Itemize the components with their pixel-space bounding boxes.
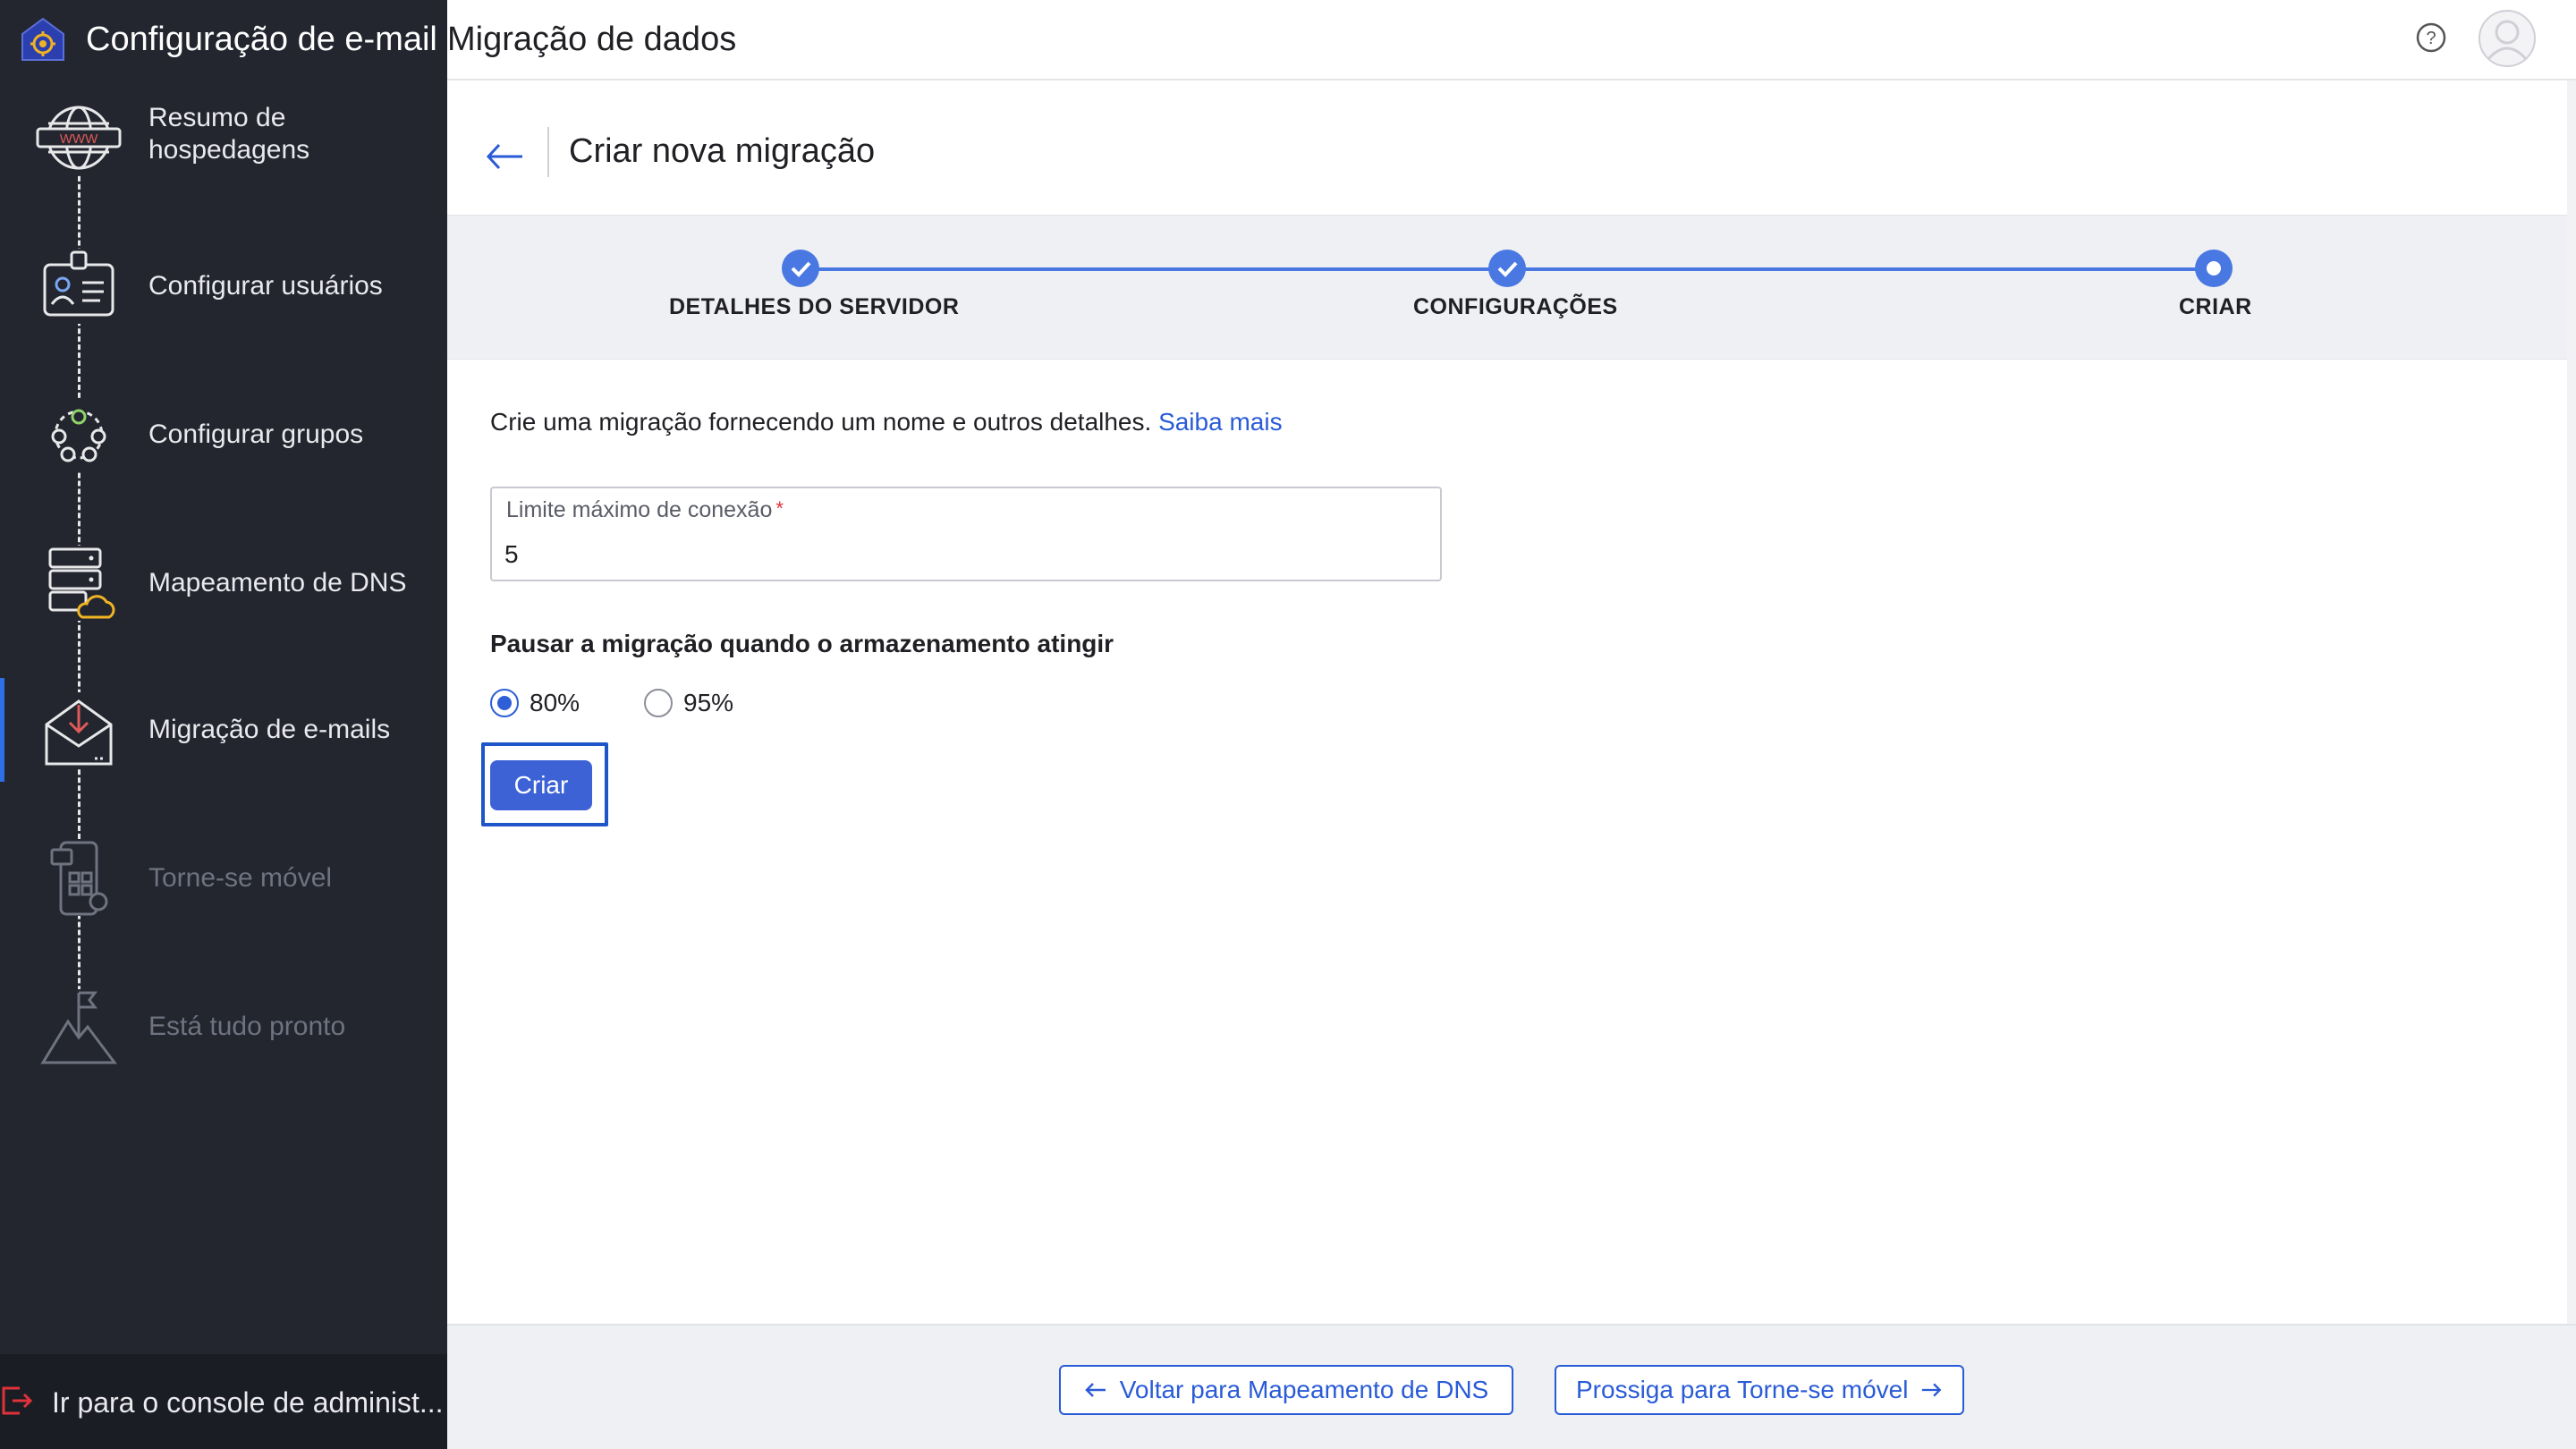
page-title: Migração de dados bbox=[447, 21, 737, 58]
sidebar-item-label: Torne-se móvel bbox=[148, 863, 333, 893]
settings-home-icon bbox=[21, 17, 64, 61]
main-content: Criar nova migração DETALHES DO SERVIDOR… bbox=[447, 80, 2567, 1324]
radio-95[interactable]: 95% bbox=[644, 685, 733, 721]
sidebar-title: Configuração de e-mail bbox=[86, 21, 437, 58]
group-network-icon bbox=[48, 399, 109, 470]
radio-button[interactable] bbox=[644, 689, 673, 717]
radio-label: 95% bbox=[683, 689, 734, 716]
sidebar: Configuração de e-mail WWW Resumo de hos… bbox=[0, 0, 447, 1449]
sidebar-item-migracao-emails[interactable]: Migração de e-mails bbox=[0, 678, 447, 782]
step-label-settings: CONFIGURAÇÕES bbox=[1413, 294, 1618, 319]
admin-console-link[interactable]: Ir para o console de administ... bbox=[0, 1354, 447, 1449]
learn-more-link[interactable]: Saiba mais bbox=[1158, 408, 1283, 436]
sidebar-item-esta-tudo-pronto[interactable]: Está tudo pronto bbox=[0, 975, 447, 1079]
server-cloud-icon bbox=[45, 546, 115, 621]
back-button-label: Voltar para Mapeamento de DNS bbox=[1119, 1376, 1489, 1403]
step-complete-check-icon bbox=[1488, 250, 1526, 287]
proceed-to-mobile-button[interactable]: Prossiga para Torne-se móvel bbox=[1555, 1365, 1964, 1415]
admin-console-label: Ir para o console de administ... bbox=[52, 1386, 444, 1419]
connection-limit-label: Limite máximo de conexão * bbox=[506, 497, 784, 523]
exit-icon bbox=[2, 1386, 33, 1415]
arrow-right-icon bbox=[1922, 1383, 1942, 1397]
scrollbar[interactable] bbox=[2567, 80, 2576, 1324]
help-icon[interactable]: ? bbox=[2415, 21, 2447, 54]
radio-80[interactable]: 80% bbox=[490, 685, 580, 721]
field-label-text: Limite máximo de conexão bbox=[506, 497, 773, 522]
topbar: Migração de dados ? bbox=[447, 0, 2576, 80]
sidebar-item-torne-se-movel[interactable]: Torne-se móvel bbox=[0, 826, 447, 930]
back-arrow-icon[interactable] bbox=[483, 134, 528, 179]
create-button[interactable]: Criar bbox=[490, 760, 592, 810]
sidebar-item-label: Resumo de hospedagens bbox=[148, 103, 310, 165]
sidebar-item-label: Migração de e-mails bbox=[148, 715, 391, 744]
sidebar-item-label: Mapeamento de DNS bbox=[148, 568, 407, 597]
mail-download-icon bbox=[45, 692, 113, 767]
stepper: DETALHES DO SERVIDOR CONFIGURAÇÕES CRIAR bbox=[447, 215, 2567, 360]
user-badge-icon bbox=[43, 249, 114, 324]
step-current-icon bbox=[2195, 250, 2233, 287]
page-heading: Criar nova migração bbox=[569, 132, 876, 170]
sidebar-header: Configuração de e-mail bbox=[0, 0, 447, 80]
pause-title: Pausar a migração quando o armazenamento… bbox=[490, 630, 1114, 657]
radio-button-checked[interactable] bbox=[490, 689, 519, 717]
sidebar-item-mapeamento-dns[interactable]: Mapeamento de DNS bbox=[0, 531, 447, 635]
back-to-dns-button[interactable]: Voltar para Mapeamento de DNS bbox=[1059, 1365, 1513, 1415]
connection-limit-field[interactable]: Limite máximo de conexão * bbox=[490, 487, 1442, 581]
globe-www-icon: WWW bbox=[36, 102, 122, 174]
step-label-create: CRIAR bbox=[2179, 294, 2252, 319]
heading-divider bbox=[547, 127, 549, 177]
radio-label: 80% bbox=[530, 689, 580, 716]
connection-limit-input[interactable] bbox=[504, 538, 1417, 571]
sidebar-item-resumo-hospedagens[interactable]: WWW Resumo de hospedagens bbox=[0, 86, 447, 190]
svg-text:?: ? bbox=[2426, 29, 2436, 48]
sidebar-item-configurar-grupos[interactable]: Configurar grupos bbox=[0, 383, 447, 487]
sidebar-item-label: Está tudo pronto bbox=[148, 1012, 346, 1041]
next-button-label: Prossiga para Torne-se móvel bbox=[1576, 1376, 1909, 1403]
step-label-server-details: DETALHES DO SERVIDOR bbox=[669, 294, 960, 319]
step-complete-check-icon bbox=[782, 250, 819, 287]
arrow-left-icon bbox=[1084, 1383, 1106, 1397]
svg-text:WWW: WWW bbox=[60, 131, 98, 147]
mobile-icon bbox=[48, 841, 109, 916]
sidebar-item-label: Configurar usuários bbox=[148, 271, 383, 301]
avatar-icon[interactable] bbox=[2478, 9, 2537, 68]
sidebar-item-label: Configurar grupos bbox=[148, 419, 364, 449]
sidebar-item-configurar-usuarios[interactable]: Configurar usuários bbox=[0, 234, 447, 338]
required-mark: * bbox=[775, 497, 784, 520]
description-text: Crie uma migração fornecendo um nome e o… bbox=[490, 408, 1152, 436]
description: Crie uma migração fornecendo um nome e o… bbox=[490, 406, 1283, 438]
footer-nav: Voltar para Mapeamento de DNS Prossiga p… bbox=[447, 1324, 2576, 1449]
mountain-flag-icon bbox=[40, 989, 117, 1064]
